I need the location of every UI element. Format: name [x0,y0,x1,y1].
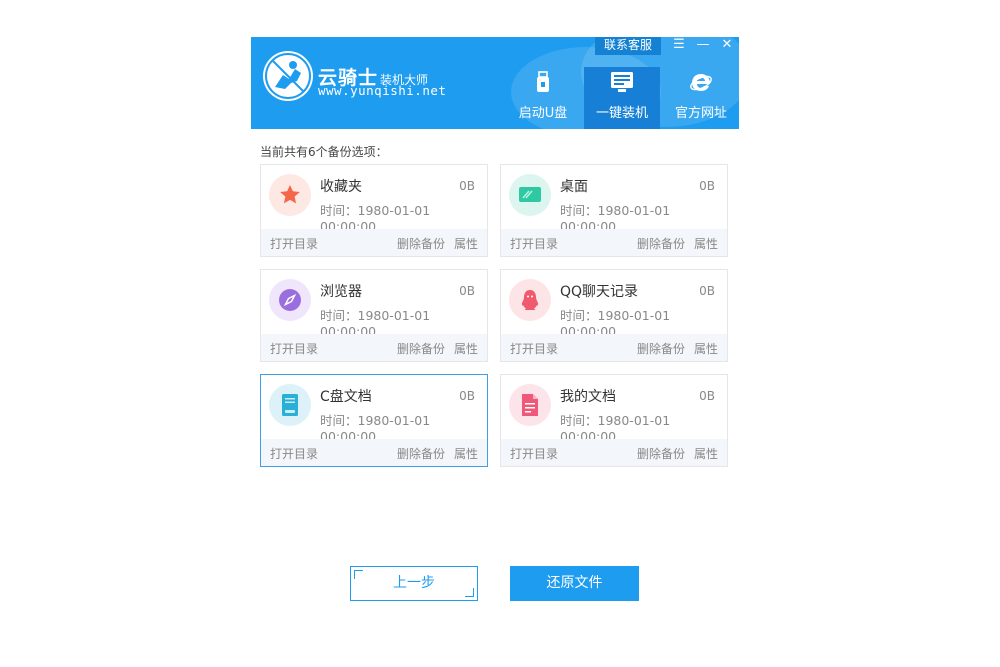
app-header: 云骑士 装机大师 www.yunqishi.net 联系客服 ☰ — ✕ 启动U盘… [251,37,739,129]
backup-size: 0B [699,389,715,403]
monitor-icon [611,72,633,92]
drive-icon [269,384,311,426]
delete-backup-link[interactable]: 删除备份 [637,235,685,252]
open-directory-link[interactable]: 打开目录 [270,235,318,252]
brand-url: www.yunqishi.net [318,83,447,98]
corner-decoration [354,570,363,579]
contact-support-button[interactable]: 联系客服 [595,37,661,55]
card-footer: 打开目录 删除备份 属性 [261,439,487,466]
delete-backup-link[interactable]: 删除备份 [397,445,445,462]
card-footer: 打开目录 删除备份 属性 [501,229,727,256]
properties-link[interactable]: 属性 [454,340,478,357]
previous-step-button[interactable]: 上一步 [350,566,478,601]
properties-link[interactable]: 属性 [694,340,718,357]
open-directory-link[interactable]: 打开目录 [510,340,558,357]
nav-tab-label: 官方网址 [674,106,727,121]
card-footer: 打开目录 删除备份 属性 [261,334,487,361]
nav-tab-usb-boot[interactable]: 启动U盘 [505,67,581,129]
backup-count-label: 当前共有6个备份选项： [260,145,388,159]
previous-step-label: 上一步 [393,575,435,591]
backup-size: 0B [459,179,475,193]
star-icon [269,174,311,216]
card-footer: 打开目录 删除备份 属性 [501,439,727,466]
backup-size: 0B [459,389,475,403]
close-icon[interactable]: ✕ [716,37,738,55]
compass-icon [269,279,311,321]
backup-size: 0B [459,284,475,298]
backup-name: 桌面 [560,179,588,195]
open-directory-link[interactable]: 打开目录 [510,445,558,462]
card-footer: 打开目录 删除备份 属性 [501,334,727,361]
properties-link[interactable]: 属性 [454,445,478,462]
properties-link[interactable]: 属性 [694,445,718,462]
delete-backup-link[interactable]: 删除备份 [637,445,685,462]
nav-tab-label: 启动U盘 [518,106,568,121]
delete-backup-link[interactable]: 删除备份 [397,340,445,357]
nav-tab-official-site[interactable]: 官方网址 [663,67,739,129]
nav-tab-label: 一键装机 [595,106,648,121]
backup-size: 0B [699,284,715,298]
backup-card-browser[interactable]: 浏览器 0B 时间：1980-01-01 00:00:00 打开目录 删除备份 … [260,269,488,362]
backup-card-c-drive-docs[interactable]: C盘文档 0B 时间：1980-01-01 00:00:00 打开目录 删除备份… [260,374,488,467]
usb-icon [537,71,549,92]
backup-name: 收藏夹 [320,179,362,195]
corner-decoration [465,588,474,597]
minimize-icon[interactable]: — [692,37,714,55]
backup-name: 浏览器 [320,284,362,300]
qq-penguin-icon [509,279,551,321]
delete-backup-link[interactable]: 删除备份 [637,340,685,357]
properties-link[interactable]: 属性 [694,235,718,252]
open-directory-link[interactable]: 打开目录 [510,235,558,252]
backup-card-qq-chat[interactable]: QQ聊天记录 0B 时间：1980-01-01 00:00:00 打开目录 删除… [500,269,728,362]
restore-files-button[interactable]: 还原文件 [510,566,639,601]
ie-icon [690,74,712,91]
desktop-icon [509,174,551,216]
backup-name: 我的文档 [560,389,616,405]
backup-card-favorites[interactable]: 收藏夹 0B 时间：1980-01-01 00:00:00 打开目录 删除备份 … [260,164,488,257]
backup-size: 0B [699,179,715,193]
backup-card-my-documents[interactable]: 我的文档 0B 时间：1980-01-01 00:00:00 打开目录 删除备份… [500,374,728,467]
nav-tab-one-click-install[interactable]: 一键装机 [584,67,660,129]
backup-card-desktop[interactable]: 桌面 0B 时间：1980-01-01 00:00:00 打开目录 删除备份 属… [500,164,728,257]
delete-backup-link[interactable]: 删除备份 [397,235,445,252]
logo-icon [263,51,313,101]
backup-name: QQ聊天记录 [560,284,639,300]
backup-name: C盘文档 [320,389,372,405]
open-directory-link[interactable]: 打开目录 [270,445,318,462]
open-directory-link[interactable]: 打开目录 [270,340,318,357]
card-footer: 打开目录 删除备份 属性 [261,229,487,256]
properties-link[interactable]: 属性 [454,235,478,252]
document-icon [509,384,551,426]
menu-icon[interactable]: ☰ [668,37,690,55]
